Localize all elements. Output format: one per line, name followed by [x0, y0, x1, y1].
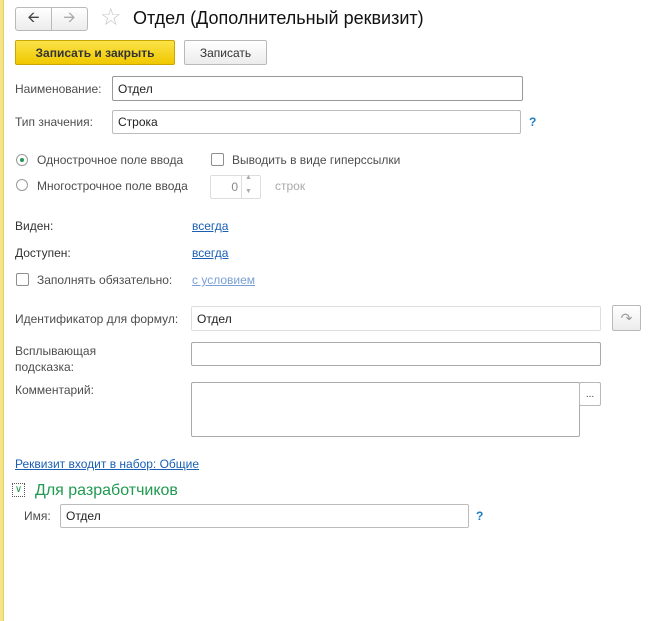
window-edge	[0, 0, 4, 621]
save-button[interactable]: Записать	[184, 40, 267, 65]
comment-label: Комментарий:	[15, 383, 94, 397]
name-label: Наименование:	[15, 82, 102, 96]
save-close-button[interactable]: Записать и закрыть	[15, 40, 175, 65]
dev-name-label: Имя:	[24, 509, 51, 523]
arrow-right-icon: 🡪	[63, 8, 76, 26]
attribute-set-link[interactable]: Реквизит входит в набор: Общие	[15, 457, 199, 471]
id-input[interactable]: Отдел	[191, 306, 601, 331]
tooltip-input[interactable]	[191, 342, 601, 366]
enabled-link[interactable]: всегда	[192, 246, 228, 260]
lines-label: строк	[275, 179, 306, 193]
tooltip-label: Всплывающая подсказка:	[15, 344, 97, 374]
multi-line-radio[interactable]	[16, 179, 28, 191]
dev-name-input[interactable]: Отдел	[60, 504, 469, 528]
forward-button[interactable]: 🡪	[51, 7, 88, 31]
visible-link[interactable]: всегда	[192, 219, 228, 233]
developers-group-title[interactable]: Для разработчиков	[35, 482, 178, 500]
single-line-radio[interactable]	[16, 154, 28, 166]
single-line-label: Однострочное поле ввода	[37, 153, 184, 167]
multi-line-label: Многострочное поле ввода	[37, 179, 188, 193]
dev-name-help-link[interactable]: ?	[476, 509, 483, 523]
spin-up-icon[interactable]: ▲	[245, 174, 252, 181]
back-button[interactable]: 🡨	[15, 7, 52, 31]
hyperlink-label: Выводить в виде гиперссылки	[232, 153, 401, 167]
type-input[interactable]: Строка	[112, 110, 521, 134]
page-title: Отдел (Дополнительный реквизит)	[133, 8, 424, 28]
required-checkbox[interactable]	[16, 273, 29, 286]
arrow-left-icon: 🡨	[27, 8, 40, 26]
refresh-id-button[interactable]: ↷	[612, 305, 641, 331]
star-icon[interactable]: ☆	[100, 3, 122, 32]
id-label: Идентификатор для формул:	[15, 312, 179, 326]
required-condition-link[interactable]: с условием	[192, 273, 255, 287]
comment-open-button[interactable]: ...	[579, 382, 601, 406]
curved-arrow-icon: ↷	[620, 309, 633, 326]
enabled-label: Доступен:	[15, 246, 71, 260]
required-label: Заполнять обязательно:	[37, 273, 173, 287]
visible-label: Виден:	[15, 219, 54, 233]
chevron-down-icon[interactable]: ∨	[12, 483, 25, 497]
type-help-link[interactable]: ?	[529, 115, 536, 129]
type-label: Тип значения:	[15, 115, 93, 129]
hyperlink-checkbox[interactable]	[211, 153, 224, 166]
spin-down-icon[interactable]: ▼	[245, 188, 252, 195]
spinner-divider	[241, 176, 242, 198]
comment-textarea[interactable]	[191, 382, 580, 437]
lines-spinner[interactable]: 0	[210, 175, 261, 199]
name-input[interactable]: Отдел	[112, 76, 523, 101]
